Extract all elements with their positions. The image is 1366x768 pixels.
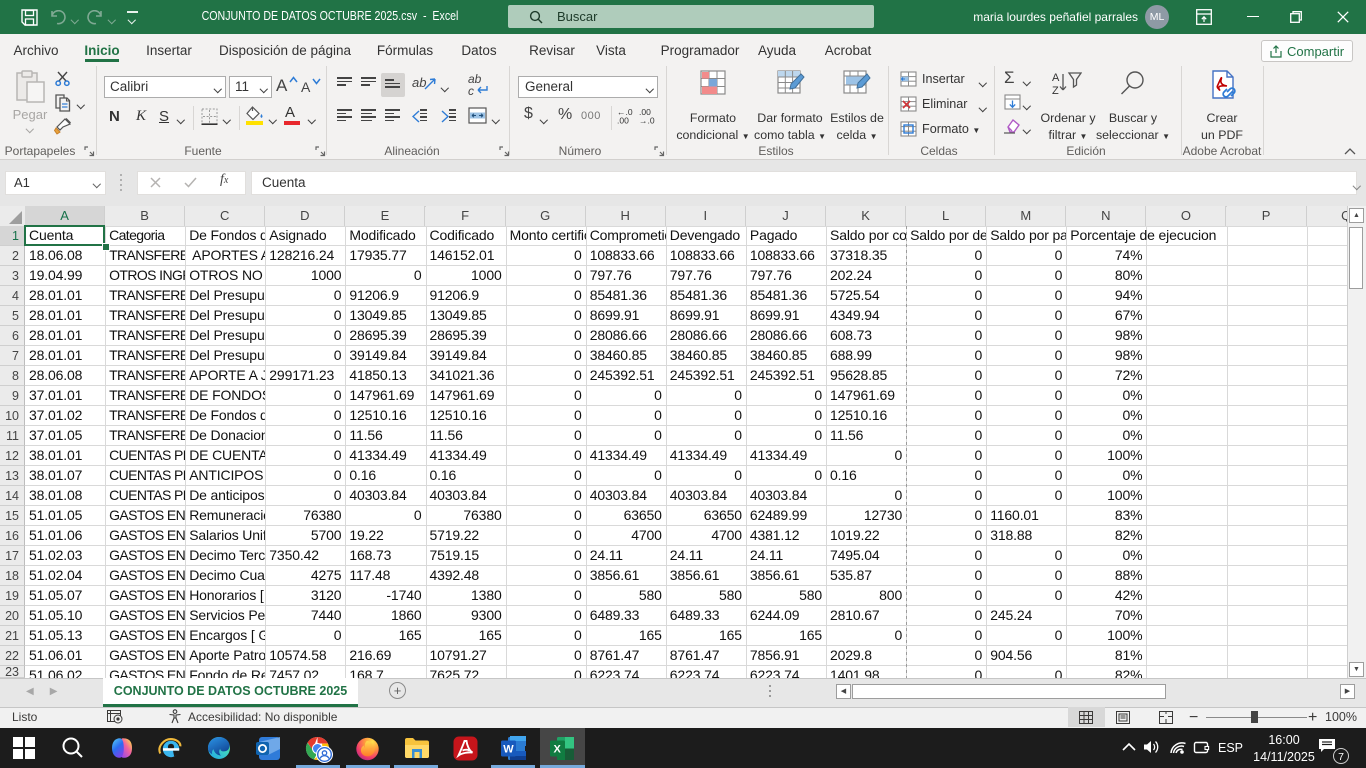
svg-text:X: X (554, 744, 562, 756)
svg-text:Z: Z (1052, 85, 1059, 96)
svg-text:.00: .00 (617, 116, 629, 125)
svg-text:A: A (1052, 72, 1060, 84)
svg-text:W: W (503, 744, 514, 756)
